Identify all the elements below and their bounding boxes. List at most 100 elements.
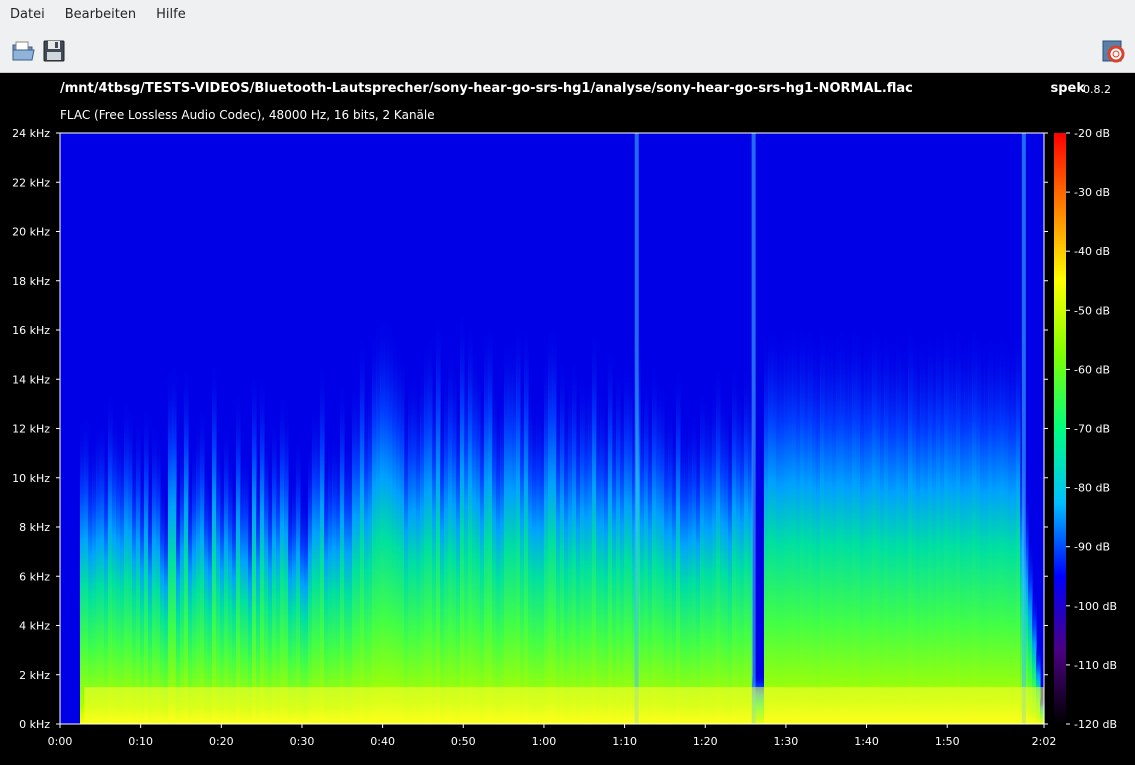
x-tick-label: 2:02 <box>1032 735 1057 748</box>
spectrogram-column <box>956 321 961 724</box>
spectrogram-column <box>868 330 873 724</box>
color-bar-label: -30 dB <box>1074 186 1110 199</box>
color-bar-label: -110 dB <box>1074 659 1117 672</box>
spectrogram-column <box>440 403 445 724</box>
spectrogram-column <box>764 331 769 724</box>
color-bar-label: -50 dB <box>1074 304 1110 317</box>
y-tick-label: 14 kHz <box>12 373 50 386</box>
spectrogram-column <box>452 360 457 724</box>
spectrogram-column <box>664 408 669 724</box>
spectrogram-column <box>980 340 985 724</box>
spectrogram-column <box>560 355 565 724</box>
spectrogram-column <box>484 325 489 724</box>
spectrogram-column <box>428 331 433 724</box>
spectrogram-column <box>260 371 265 724</box>
help-lifebuoy-icon[interactable] <box>1100 38 1126 64</box>
spectrogram-column <box>128 404 133 724</box>
menu-hilfe[interactable]: Hilfe <box>146 0 196 30</box>
spectrogram-column <box>216 436 221 724</box>
spectrogram-chart: 0 kHz 2 kHz 4 kHz 6 kHz 8 kHz 10 kHz 12 kHz 14 … <box>12 127 1117 748</box>
spectrogram-column <box>196 421 201 724</box>
menu-datei[interactable]: Datei <box>0 0 55 30</box>
spectrogram-column <box>168 363 173 724</box>
color-bar <box>1054 133 1066 724</box>
spectrogram-column <box>936 324 941 724</box>
spectrogram-column <box>904 341 909 724</box>
spectrogram-column <box>580 368 585 724</box>
spectrogram-column <box>292 469 297 724</box>
spectrogram-column <box>224 421 229 724</box>
spectrogram-column <box>156 430 161 724</box>
color-bar-label: -40 dB <box>1074 245 1110 258</box>
spectrogram-column <box>744 361 749 724</box>
spectrogram-column <box>380 308 385 724</box>
spectrogram-column <box>280 390 285 724</box>
spectrogram-column <box>568 376 573 724</box>
spectrogram-column <box>284 405 289 724</box>
spectrogram-column <box>208 477 213 724</box>
spectrogram-column <box>832 332 837 724</box>
spectrogram-column <box>792 319 797 724</box>
spectrogram-column <box>432 377 437 724</box>
spectrogram-column <box>852 320 857 724</box>
spectrogram-column <box>336 437 341 724</box>
spectrogram-column <box>344 435 349 724</box>
spectrogram-column <box>320 361 325 724</box>
x-tick-label: 0:20 <box>209 735 234 748</box>
spectrogram-column <box>392 330 397 724</box>
spectrogram-viewer: /mnt/4tbsg/TESTS-VIDEOS/Bluetooth-Lautsp… <box>0 73 1135 765</box>
x-tick-label: 1:10 <box>612 735 637 748</box>
spectrogram-column <box>688 414 693 724</box>
spectrogram-column <box>968 332 973 724</box>
spectrogram-column <box>948 327 953 724</box>
menu-bearbeiten[interactable]: Bearbeiten <box>55 0 146 30</box>
spectrogram-column <box>960 337 965 724</box>
spectrogram-column <box>348 437 353 724</box>
spectrogram-column <box>604 403 609 724</box>
spectrogram-column <box>940 334 945 724</box>
spectrogram-column <box>652 359 657 724</box>
spectrogram-column <box>788 322 793 724</box>
spectrogram-column <box>84 411 89 724</box>
spectrogram-column <box>144 403 149 724</box>
spectrogram-column <box>444 368 449 724</box>
spectrogram-column <box>96 420 101 724</box>
spectrogram-column <box>732 362 737 724</box>
spectrogram-column <box>136 416 141 724</box>
spectrogram-column <box>404 401 409 724</box>
spectrogram-column <box>504 334 509 724</box>
x-tick-label: 1:20 <box>693 735 718 748</box>
spectrogram-column <box>140 467 145 724</box>
spectrogram-column <box>700 384 705 724</box>
spectrogram-spike <box>634 133 639 724</box>
spectrogram-column <box>372 328 377 724</box>
open-file-icon[interactable] <box>10 38 36 64</box>
x-tick-label: 0:10 <box>128 735 153 748</box>
spectrogram-column <box>460 306 465 724</box>
x-tick-label: 1:50 <box>935 735 960 748</box>
color-bar-label: -70 dB <box>1074 423 1110 436</box>
spectrogram-column <box>132 447 137 724</box>
spectrogram-column <box>228 453 233 724</box>
spectrogram-column <box>932 336 937 724</box>
spectrogram-column <box>672 422 677 724</box>
spectrogram-column <box>352 377 357 724</box>
spectrogram-column <box>988 330 993 724</box>
spectrogram-column <box>332 429 337 724</box>
spectrogram-column <box>296 435 301 724</box>
spectrogram-column <box>896 329 901 724</box>
spectrogram-column <box>520 381 525 724</box>
spectrogram-column <box>1000 329 1005 724</box>
spectrogram-column <box>436 309 441 724</box>
spectrogram-plot <box>60 133 1045 724</box>
spectrogram-column <box>600 387 605 724</box>
spectrogram-column <box>884 325 889 724</box>
spectrogram-column <box>108 388 113 724</box>
spectrogram-column <box>396 340 401 724</box>
save-icon[interactable] <box>41 38 67 64</box>
spectrogram-column <box>188 474 193 724</box>
spectrogram-column <box>500 388 505 724</box>
spectrogram-column <box>880 338 885 724</box>
spectrogram-column <box>328 437 333 724</box>
spectrogram-column <box>976 328 981 724</box>
